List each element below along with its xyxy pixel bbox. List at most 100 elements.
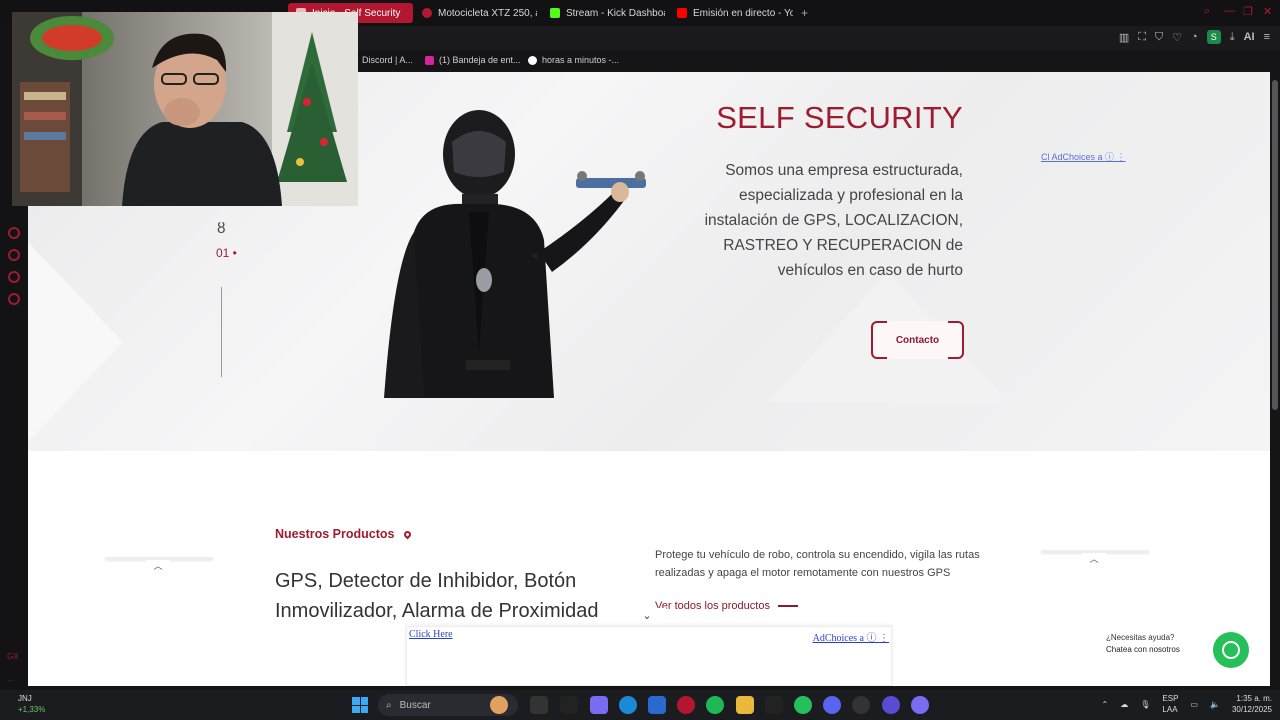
contact-button-label: Contacto xyxy=(895,334,940,346)
right-carousel-up-icon[interactable]: ︿ xyxy=(1082,553,1106,565)
whatsapp-taskbar-icon[interactable] xyxy=(794,696,812,714)
chat-line-1: ¿Necesitas ayuda? xyxy=(1106,633,1175,642)
opera-gx-icon[interactable] xyxy=(677,696,695,714)
sidebar-messenger-icon[interactable] xyxy=(8,271,20,283)
sidebar-gx-icon[interactable]: GX xyxy=(7,652,19,661)
volume-icon[interactable]: 🔈 xyxy=(1210,700,1220,709)
profile-avatar[interactable]: S xyxy=(1206,30,1221,44)
all-products-link[interactable]: Ver todos los productos xyxy=(655,600,798,612)
food-app-icon[interactable] xyxy=(490,696,508,714)
windows-start-icon[interactable] xyxy=(352,697,368,713)
bookmark-label: (1) Bandeja de ent... xyxy=(439,55,521,65)
file-explorer-icon[interactable] xyxy=(736,696,754,714)
google-icon xyxy=(528,55,537,65)
ad-choices-link[interactable]: Cl AdChoices a ⓘ ⋮ xyxy=(1041,150,1126,163)
copilot-icon[interactable] xyxy=(590,696,608,714)
clock-time: 1:35 a. m. xyxy=(1236,694,1272,703)
heart-icon[interactable]: ♡ xyxy=(1172,31,1182,44)
sidebar-history-icon[interactable] xyxy=(8,227,20,239)
download-icon[interactable]: ⤓ xyxy=(1230,31,1235,44)
ai-button[interactable]: AI xyxy=(1244,31,1255,43)
youtube-icon xyxy=(677,8,687,18)
windows-taskbar: JNJ +1,33% ⌕ Buscar ⌃ ☁ 🎙 ESP LAA ▭ 🔈 1:… xyxy=(0,690,1280,720)
webcam-image xyxy=(12,12,358,206)
menu-icon[interactable]: ≡ xyxy=(1264,31,1270,43)
capcut-icon[interactable] xyxy=(560,696,578,714)
stock-label: JNJ xyxy=(18,694,32,703)
system-tray: ⌃ ☁ 🎙 ESP LAA ▭ 🔈 1:35 a. m. 30/12/2025 xyxy=(1102,693,1272,715)
app-icon[interactable] xyxy=(882,696,900,714)
hero-description: Somos una empresa estructurada, especial… xyxy=(704,162,963,279)
search-placeholder: Buscar xyxy=(399,699,431,711)
contact-button[interactable]: Contacto xyxy=(871,321,964,359)
slide-progress-line xyxy=(221,287,222,377)
lang-line-2: LAA xyxy=(1162,705,1178,714)
app-icon[interactable] xyxy=(911,696,929,714)
epic-games-icon[interactable] xyxy=(765,696,783,714)
language-indicator[interactable]: ESP LAA xyxy=(1162,693,1178,715)
sidebar-toggle-icon[interactable]: ▥ xyxy=(1119,31,1129,44)
products-section-label: Nuestros Productos xyxy=(275,527,413,541)
slide-indicator-glyph: ȣ xyxy=(217,220,226,237)
file-icon[interactable] xyxy=(530,696,548,714)
page-scrollbar[interactable] xyxy=(1270,72,1280,686)
network-icon[interactable]: ▭ xyxy=(1190,700,1198,709)
close-icon[interactable]: ✕ xyxy=(1263,5,1272,18)
whatsapp-icon xyxy=(1222,641,1240,659)
left-carousel-up-icon[interactable]: ︿ xyxy=(146,560,170,572)
products-description: Protege tu vehículo de robo, controla su… xyxy=(655,549,980,579)
spotify-icon[interactable] xyxy=(706,696,724,714)
search-icon: ⌕ xyxy=(386,699,392,711)
bookmark-google[interactable]: horas a minutos -... xyxy=(528,55,619,65)
tab-label: Stream - Kick Dashboard xyxy=(566,7,665,19)
all-products-label: Ver todos los productos xyxy=(655,600,770,612)
ad-collapse-button[interactable]: ⌄ xyxy=(628,608,666,624)
link-dash xyxy=(777,605,798,607)
whatsapp-button[interactable] xyxy=(1213,632,1249,668)
edge-icon[interactable] xyxy=(619,696,637,714)
tab-kick-dashboard[interactable]: Stream - Kick Dashboard xyxy=(550,3,665,23)
tab-motocicleta[interactable]: Motocicleta XTZ 250, ave xyxy=(422,3,537,23)
bookmark-instagram[interactable]: (1) Bandeja de ent... xyxy=(425,55,521,65)
scrollbar-thumb[interactable] xyxy=(1272,80,1278,410)
onedrive-icon[interactable]: ☁ xyxy=(1120,700,1128,709)
snapshot-icon[interactable]: ⛶ xyxy=(1138,31,1146,44)
discord-icon[interactable] xyxy=(823,696,841,714)
microphone-icon[interactable]: 🎙 xyxy=(1140,700,1150,709)
store-icon[interactable] xyxy=(648,696,666,714)
wallet-icon[interactable]: ◔ xyxy=(1191,31,1198,43)
slide-number[interactable]: 01 • xyxy=(216,246,237,260)
stocks-widget[interactable]: JNJ +1,33% xyxy=(18,693,45,715)
bookmark-discord[interactable]: Discord | A... xyxy=(362,55,413,65)
sidebar-downloads-icon[interactable] xyxy=(8,249,20,261)
bookmark-label: Discord | A... xyxy=(362,55,413,65)
kick-icon xyxy=(550,8,560,18)
sidebar-settings-icon[interactable] xyxy=(8,293,20,305)
search-tabs-icon[interactable]: ⌕ xyxy=(1204,5,1210,18)
instagram-icon xyxy=(425,55,434,65)
ad-choices-link[interactable]: AdChoices a ⓘ ⋮ xyxy=(813,629,889,644)
products-heading: GPS, Detector de Inhibidor, Botón Inmovi… xyxy=(275,570,599,622)
location-pin-icon xyxy=(403,529,413,539)
hero-title: SELF SECURITY xyxy=(716,100,963,135)
chevron-up-icon[interactable]: ⌃ xyxy=(1102,700,1109,709)
new-tab-button[interactable]: + xyxy=(801,3,815,23)
clock[interactable]: 1:35 a. m. 30/12/2025 xyxy=(1232,693,1272,715)
tab-youtube[interactable]: Emisión en directo - YouTu xyxy=(677,3,793,23)
ad-click-here-link[interactable]: Click Here xyxy=(409,629,453,640)
lang-line-1: ESP xyxy=(1162,694,1179,703)
minimize-icon[interactable]: — xyxy=(1224,5,1235,17)
products-label-text: Nuestros Productos xyxy=(275,527,395,541)
sidebar-more-icon[interactable]: … xyxy=(7,674,15,683)
webcam-overlay xyxy=(12,12,358,206)
maximize-icon[interactable]: ❐ xyxy=(1243,5,1253,18)
chat-prompt[interactable]: ¿Necesitas ayuda? Chatea con nosotros xyxy=(1106,632,1180,656)
shield-icon[interactable]: ⛉ xyxy=(1155,31,1163,44)
tab-label: Motocicleta XTZ 250, ave xyxy=(438,7,537,19)
bottom-ad-banner: Click Here AdChoices a ⓘ ⋮ xyxy=(406,626,892,686)
obs-icon[interactable] xyxy=(852,696,870,714)
hero-decoration xyxy=(28,242,123,442)
chat-line-2: Chatea con nosotros xyxy=(1106,645,1180,654)
stock-change: +1,33% xyxy=(18,705,46,714)
hero-agent-image xyxy=(384,110,646,398)
